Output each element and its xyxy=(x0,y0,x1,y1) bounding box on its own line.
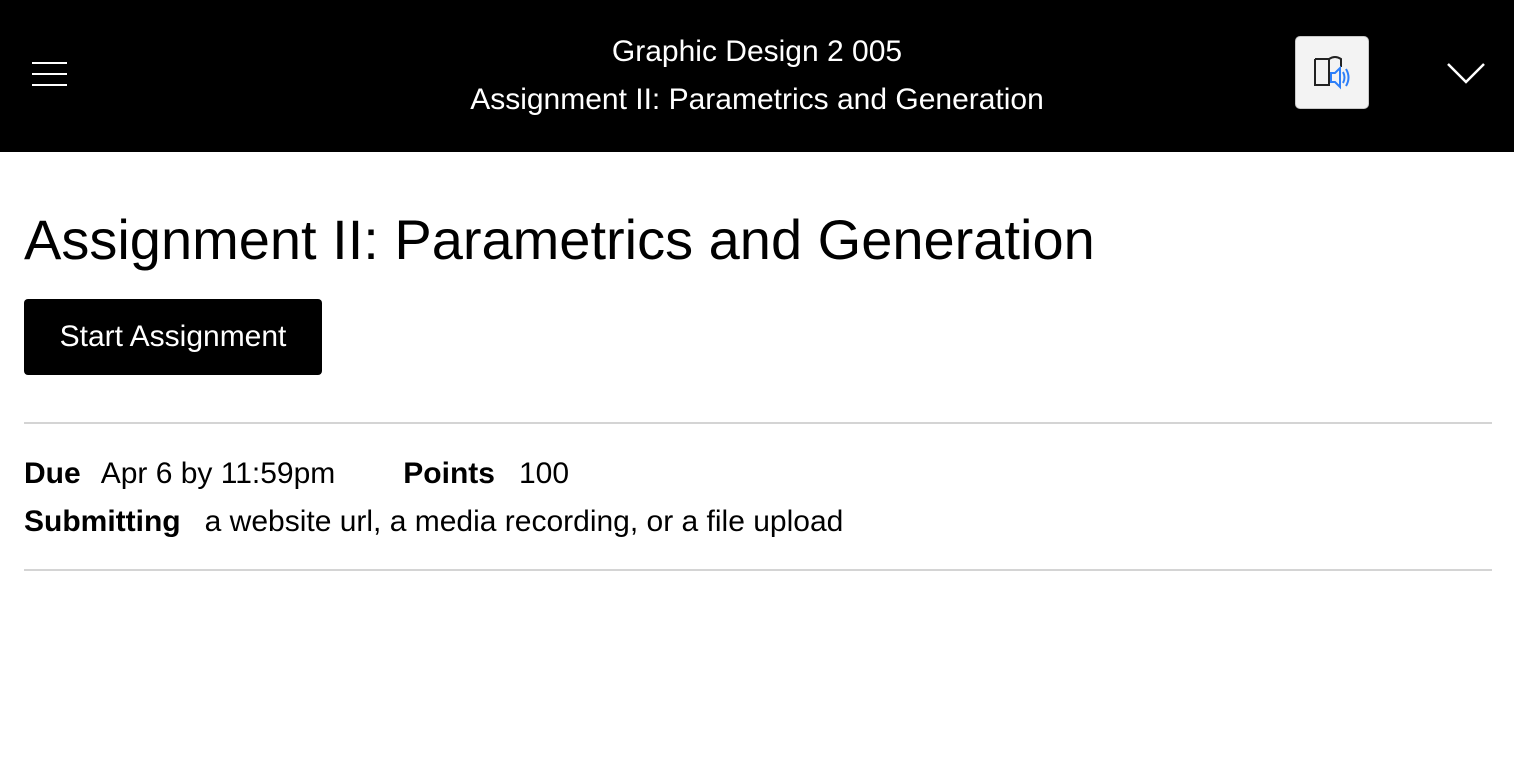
header-assignment-name: Assignment II: Parametrics and Generatio… xyxy=(470,83,1044,116)
details-row-due-points: Due Apr 6 by 11:59pm Points 100 xyxy=(24,450,843,498)
immersive-reader-button[interactable] xyxy=(1295,36,1369,109)
submitting-label: Submitting xyxy=(24,505,181,538)
assignment-details: Due Apr 6 by 11:59pm Points 100 Submitting a… xyxy=(24,450,843,546)
top-nav-bar: Graphic Design 2 005 Assignment II: Para… xyxy=(0,0,1514,152)
points-value: 100 xyxy=(518,457,570,490)
chevron-down-icon[interactable] xyxy=(1446,58,1486,88)
start-assignment-button[interactable]: Start Assignment xyxy=(24,299,322,375)
submitting-value: a website url, a media recording, or a f… xyxy=(204,505,844,538)
due-label: Due xyxy=(24,457,81,490)
due-value: Apr 6 by 11:59pm xyxy=(100,457,336,490)
course-name[interactable]: Graphic Design 2 005 xyxy=(0,28,1514,76)
divider xyxy=(24,569,1492,571)
header-titles: Graphic Design 2 005 Assignment II: Para… xyxy=(0,28,1514,124)
page-title: Assignment II: Parametrics and Generatio… xyxy=(24,208,1095,271)
points-label: Points xyxy=(403,457,495,490)
details-row-submitting: Submitting a website url, a media recordi… xyxy=(24,498,843,546)
divider xyxy=(24,422,1492,424)
